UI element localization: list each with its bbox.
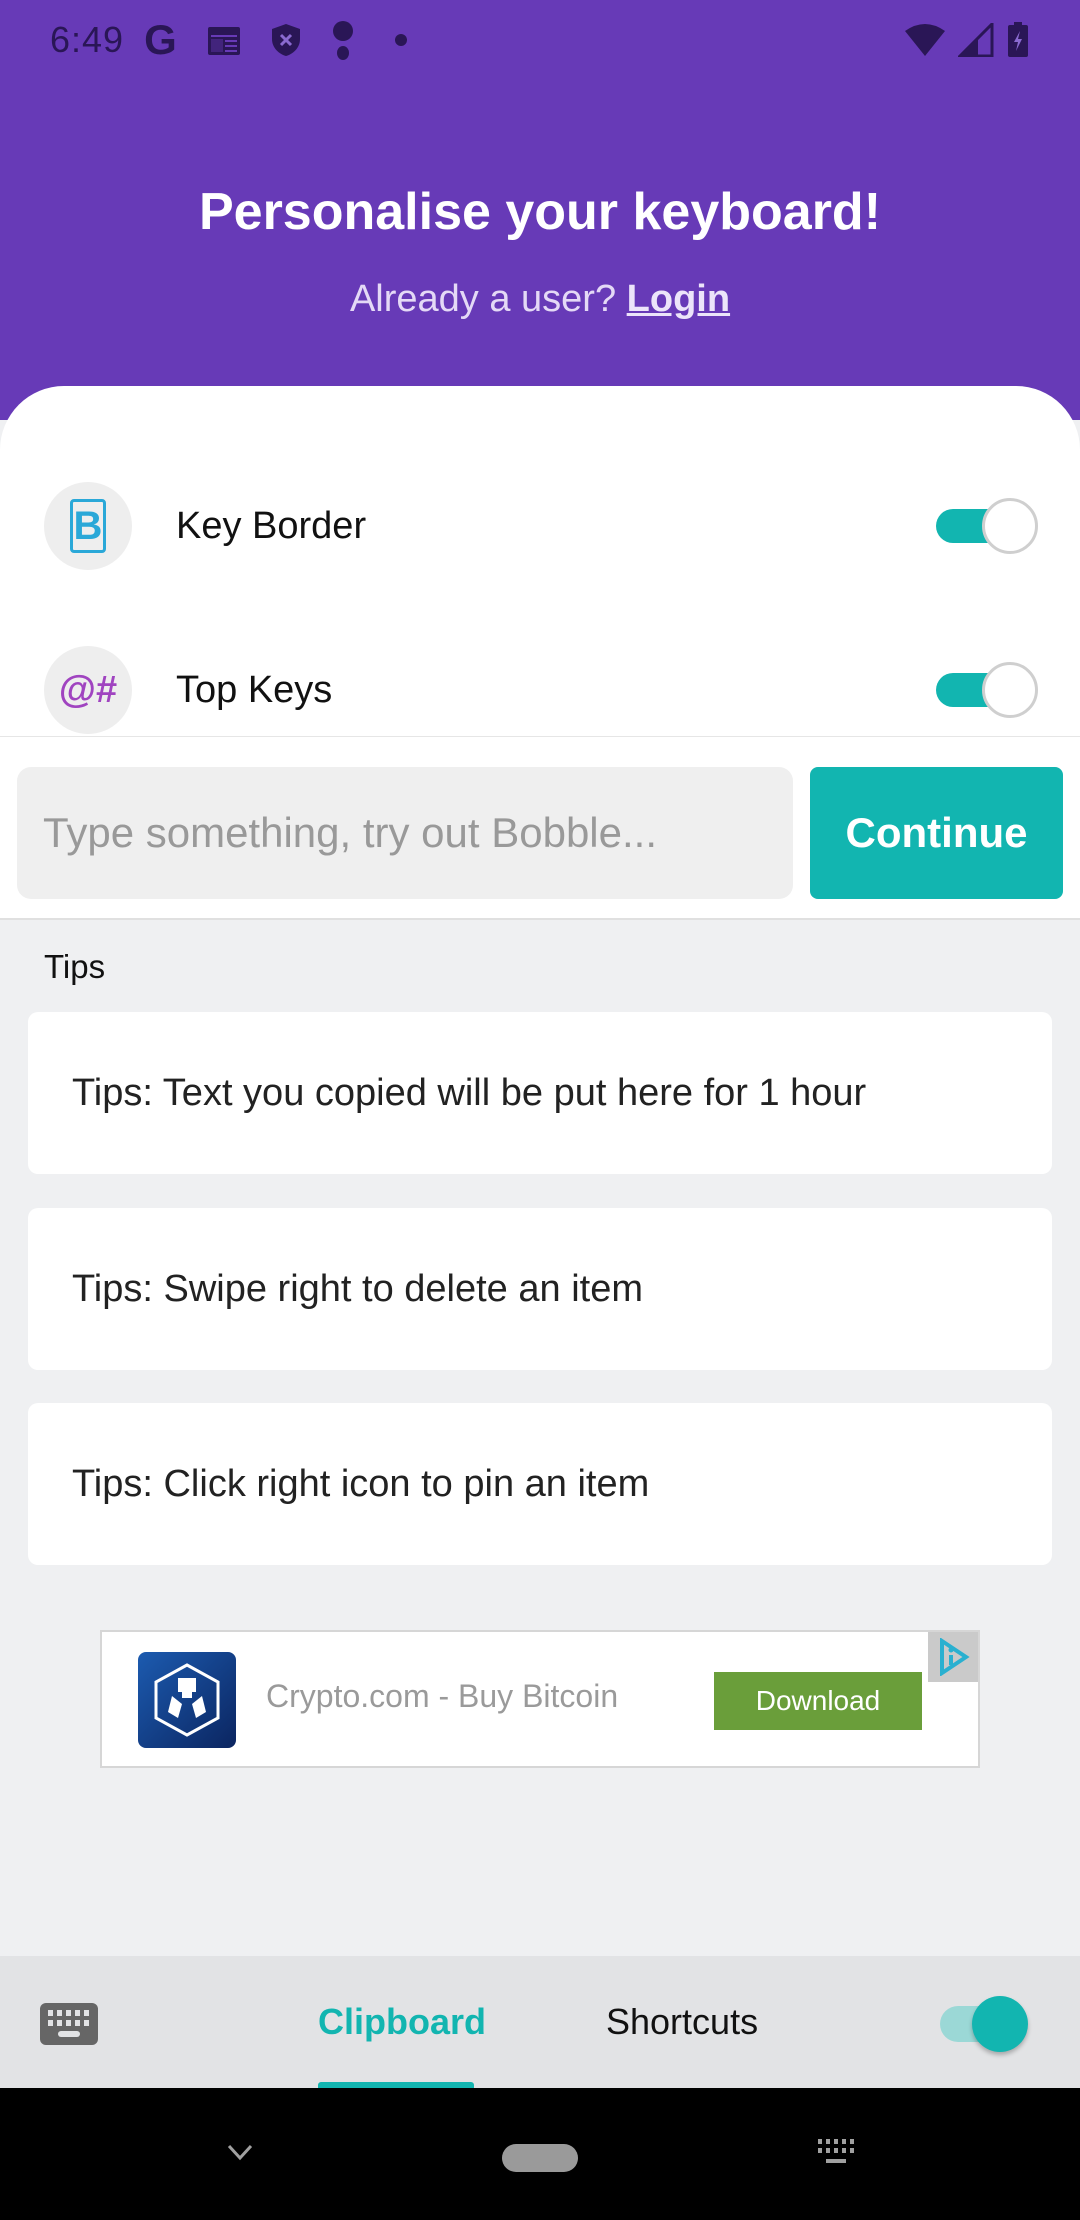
try-input-bar: Continue (0, 736, 1080, 920)
login-prompt-text: Already a user? (349, 278, 617, 320)
setting-label: Key Border (176, 504, 367, 547)
back-chevron-icon[interactable] (220, 2132, 260, 2172)
settings-sheet: B Key Border @# Top Keys (0, 386, 1080, 736)
ad-download-button[interactable]: Download (714, 1672, 922, 1730)
setting-row-top-keys[interactable]: @# Top Keys (0, 640, 1080, 736)
status-time: 6:49 (50, 19, 125, 60)
page-title: Personalise your keyboard! (198, 183, 882, 241)
notification-icons: G (144, 16, 407, 64)
crypto-com-logo (138, 1652, 236, 1748)
clipboard-toggle[interactable] (940, 1996, 1030, 2052)
login-prompt: Already a user? Login (0, 278, 1080, 321)
character-icon (331, 20, 355, 60)
battery-charging-icon (1006, 22, 1030, 58)
dot-icon (394, 34, 407, 46)
tip-card[interactable]: Tips: Text you copied will be put here f… (28, 1012, 1052, 1174)
status-bar: 6:49 G (0, 0, 1080, 80)
top-keys-glyph: @# (58, 668, 118, 711)
tip-text: Tips: Click right icon to pin an item (72, 1463, 650, 1505)
top-keys-icon: @# (44, 646, 132, 734)
top-keys-toggle[interactable] (934, 662, 1038, 718)
system-icons (904, 22, 1030, 58)
tip-card[interactable]: Tips: Swipe right to delete an item (28, 1208, 1052, 1370)
try-keyboard-input[interactable] (17, 767, 793, 899)
tip-text: Tips: Text you copied will be put here f… (72, 1072, 867, 1114)
system-nav-bar (0, 2088, 1080, 2220)
toggle-knob (982, 498, 1038, 554)
keyboard-switch-icon[interactable] (816, 2132, 860, 2172)
toggle-knob (982, 662, 1038, 718)
home-pill[interactable] (502, 2144, 578, 2172)
tab-clipboard[interactable]: Clipboard (318, 1956, 486, 2088)
wifi-icon (904, 23, 946, 57)
login-link[interactable]: Login (627, 278, 730, 320)
google-icon: G (144, 16, 177, 63)
header: 6:49 G Personalise your keyboard! Alread… (0, 0, 1080, 420)
toggle-knob (972, 1996, 1028, 2052)
bottom-tab-bar: Clipboard Shortcuts (0, 1956, 1080, 2088)
continue-button[interactable]: Continue (810, 767, 1063, 899)
key-border-icon: B (44, 482, 132, 570)
setting-label: Top Keys (176, 668, 333, 711)
tips-heading: Tips (44, 948, 106, 985)
cell-signal-icon (958, 23, 994, 57)
key-border-glyph: B (70, 499, 106, 553)
keyboard-icon[interactable] (40, 2003, 98, 2045)
setting-row-key-border[interactable]: B Key Border (0, 476, 1080, 576)
shield-x-icon (271, 23, 301, 57)
ad-choices-icon[interactable] (928, 1632, 978, 1682)
ad-title: Crypto.com - Buy Bitcoin (266, 1678, 619, 1714)
news-icon (207, 24, 241, 56)
tab-shortcuts[interactable]: Shortcuts (606, 1956, 758, 2088)
tip-card[interactable]: Tips: Click right icon to pin an item (28, 1403, 1052, 1565)
tip-text: Tips: Swipe right to delete an item (72, 1268, 643, 1310)
key-border-toggle[interactable] (934, 498, 1038, 554)
ad-banner[interactable]: Crypto.com - Buy Bitcoin Download (100, 1630, 980, 1768)
